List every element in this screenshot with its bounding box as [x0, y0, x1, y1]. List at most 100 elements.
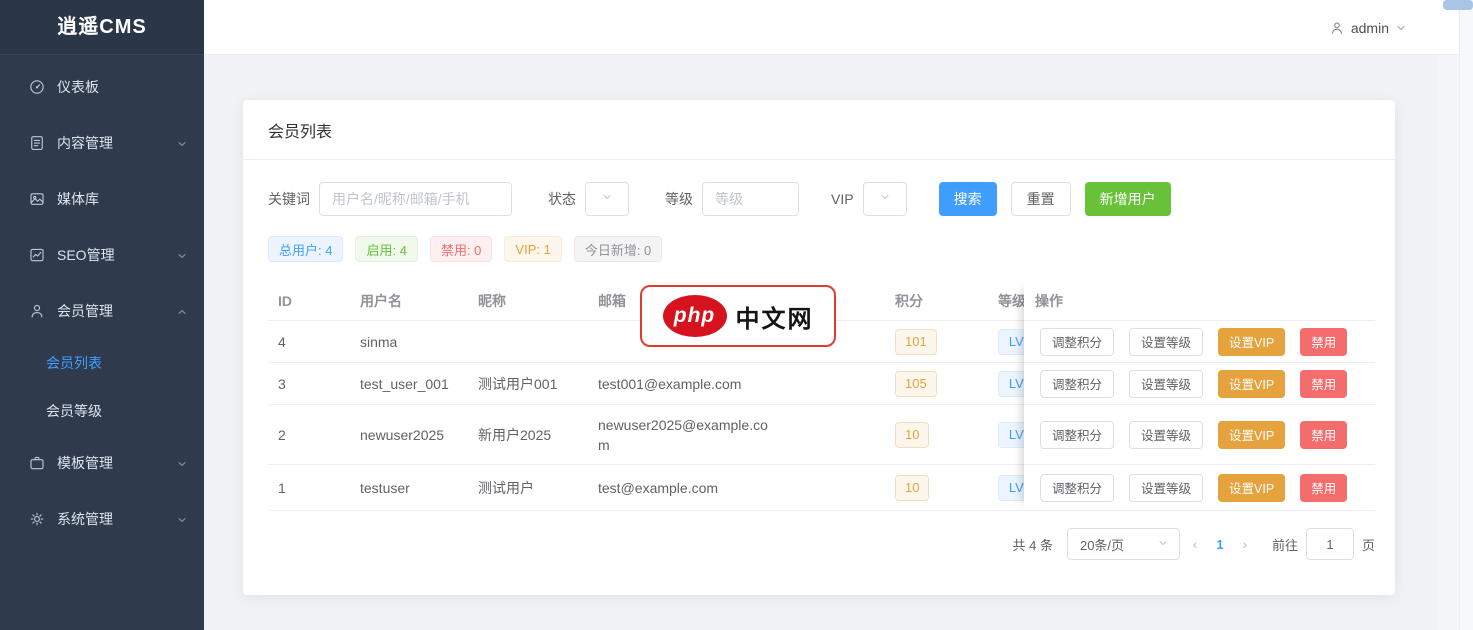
chart-icon — [28, 246, 46, 264]
cell-username: test_user_001 — [350, 363, 468, 404]
set-level-button[interactable]: 设置等级 — [1129, 421, 1203, 449]
set-level-button[interactable]: 设置等级 — [1129, 328, 1203, 356]
enabled-users-badge: 启用: 4 — [355, 236, 417, 262]
scrollbar-thumb[interactable] — [1443, 0, 1473, 10]
sidebar-item-member[interactable]: 会员管理 — [0, 283, 204, 339]
filter-bar: 关键词 状态 等级 VIP 搜索 重置 新增用户 — [243, 160, 1395, 234]
vip-label: VIP — [831, 191, 854, 207]
set-level-button[interactable]: 设置等级 — [1129, 370, 1203, 398]
adjust-points-button[interactable]: 调整积分 — [1040, 421, 1114, 449]
scrollbar-track[interactable] — [1459, 0, 1473, 630]
cell-email: test@example.com — [588, 465, 768, 510]
app-logo: 逍遥CMS — [0, 0, 204, 55]
goto-label: 前往 — [1272, 535, 1298, 554]
cell-id: 3 — [268, 363, 350, 404]
sidebar-item-label: 会员列表 — [46, 353, 102, 373]
disable-button[interactable]: 禁用 — [1300, 328, 1347, 356]
row-actions: 调整积分 设置等级 设置VIP 禁用 — [1024, 363, 1375, 405]
sidebar-item-label: 模板管理 — [57, 453, 113, 473]
sidebar-item-label: 系统管理 — [57, 509, 113, 529]
goto-page-input[interactable] — [1306, 528, 1354, 560]
sidebar-item-label: 内容管理 — [57, 133, 113, 153]
sidebar-item-media[interactable]: 媒体库 — [0, 171, 204, 227]
disable-button[interactable]: 禁用 — [1300, 421, 1347, 449]
pagination: 共 4 条 20条/页 ‹ 1 › 前往 页 — [243, 528, 1375, 560]
cell-id: 1 — [268, 465, 350, 510]
member-list-card: 会员列表 关键词 状态 等级 VIP 搜索 重置 新增用户 总用户: 4 启用:… — [243, 100, 1395, 595]
cell-id: 4 — [268, 321, 350, 362]
search-button[interactable]: 搜索 — [939, 182, 997, 216]
cell-username: testuser — [350, 465, 468, 510]
points-badge: 105 — [895, 371, 937, 397]
reset-button[interactable]: 重置 — [1011, 182, 1071, 216]
chevron-up-icon — [176, 305, 188, 317]
user-icon — [28, 302, 46, 320]
sidebar-item-member-list[interactable]: 会员列表 — [0, 339, 204, 387]
php-logo-icon: php — [663, 295, 727, 337]
php-cn-watermark: php 中文网 — [640, 285, 836, 347]
new-today-badge: 今日新增: 0 — [574, 236, 662, 262]
username-text: admin — [1351, 20, 1389, 36]
briefcase-icon — [28, 454, 46, 472]
adjust-points-button[interactable]: 调整积分 — [1040, 474, 1114, 502]
topbar: admin — [204, 0, 1459, 55]
column-header-actions: 操作 — [1024, 281, 1375, 321]
stats-bar: 总用户: 4 启用: 4 禁用: 0 VIP: 1 今日新增: 0 — [243, 234, 1395, 262]
set-vip-button[interactable]: 设置VIP — [1218, 328, 1285, 356]
chevron-down-icon — [176, 457, 188, 469]
column-header-id: ID — [268, 281, 350, 320]
current-page[interactable]: 1 — [1210, 537, 1230, 552]
sidebar-item-template[interactable]: 模板管理 — [0, 435, 204, 491]
set-vip-button[interactable]: 设置VIP — [1218, 370, 1285, 398]
points-badge: 10 — [895, 475, 929, 501]
sidebar-item-seo[interactable]: SEO管理 — [0, 227, 204, 283]
sidebar-item-member-level[interactable]: 会员等级 — [0, 387, 204, 435]
page-size-select[interactable]: 20条/页 — [1067, 528, 1180, 560]
chevron-down-icon — [176, 513, 188, 525]
chevron-down-icon — [879, 190, 891, 208]
set-level-button[interactable]: 设置等级 — [1129, 474, 1203, 502]
chevron-down-icon — [1395, 22, 1407, 34]
points-badge: 101 — [895, 329, 937, 355]
next-page-button[interactable]: › — [1230, 536, 1260, 552]
gear-icon — [28, 510, 46, 528]
sidebar-item-content[interactable]: 内容管理 — [0, 115, 204, 171]
gauge-icon — [28, 78, 46, 96]
sidebar-item-label: 会员管理 — [57, 301, 113, 321]
vip-users-badge: VIP: 1 — [504, 236, 561, 262]
total-users-badge: 总用户: 4 — [268, 236, 343, 262]
sidebar: 逍遥CMS 仪表板 内容管理 媒体 — [0, 0, 204, 630]
cell-id: 2 — [268, 405, 350, 464]
disable-button[interactable]: 禁用 — [1300, 370, 1347, 398]
level-input[interactable] — [702, 182, 799, 216]
sidebar-item-system[interactable]: 系统管理 — [0, 491, 204, 547]
content-edge-strip — [1437, 55, 1459, 630]
status-select[interactable] — [585, 182, 629, 216]
watermark-text: 中文网 — [736, 299, 814, 334]
keyword-input[interactable] — [319, 182, 512, 216]
set-vip-button[interactable]: 设置VIP — [1218, 421, 1285, 449]
image-icon — [28, 190, 46, 208]
vip-select[interactable] — [863, 182, 907, 216]
user-icon — [1329, 20, 1345, 36]
status-label: 状态 — [548, 189, 576, 209]
app-root: 逍遥CMS 仪表板 内容管理 媒体 — [0, 0, 1473, 630]
chevron-down-icon — [1157, 537, 1169, 552]
cell-nickname: 测试用户 — [468, 465, 588, 510]
user-menu[interactable]: admin — [1329, 0, 1407, 55]
chevron-down-icon — [176, 249, 188, 261]
prev-page-button[interactable]: ‹ — [1180, 536, 1210, 552]
column-header-username: 用户名 — [350, 281, 468, 320]
adjust-points-button[interactable]: 调整积分 — [1040, 328, 1114, 356]
set-vip-button[interactable]: 设置VIP — [1218, 474, 1285, 502]
row-actions: 调整积分 设置等级 设置VIP 禁用 — [1024, 321, 1375, 363]
disable-button[interactable]: 禁用 — [1300, 474, 1347, 502]
row-actions: 调整积分 设置等级 设置VIP 禁用 — [1024, 405, 1375, 465]
add-user-button[interactable]: 新增用户 — [1085, 182, 1171, 216]
adjust-points-button[interactable]: 调整积分 — [1040, 370, 1114, 398]
column-header-nickname: 昵称 — [468, 281, 588, 320]
sidebar-item-label: SEO管理 — [57, 245, 115, 265]
sidebar-item-dashboard[interactable]: 仪表板 — [0, 59, 204, 115]
cell-email: test001@example.com — [588, 363, 768, 404]
sidebar-item-label: 仪表板 — [57, 77, 99, 97]
